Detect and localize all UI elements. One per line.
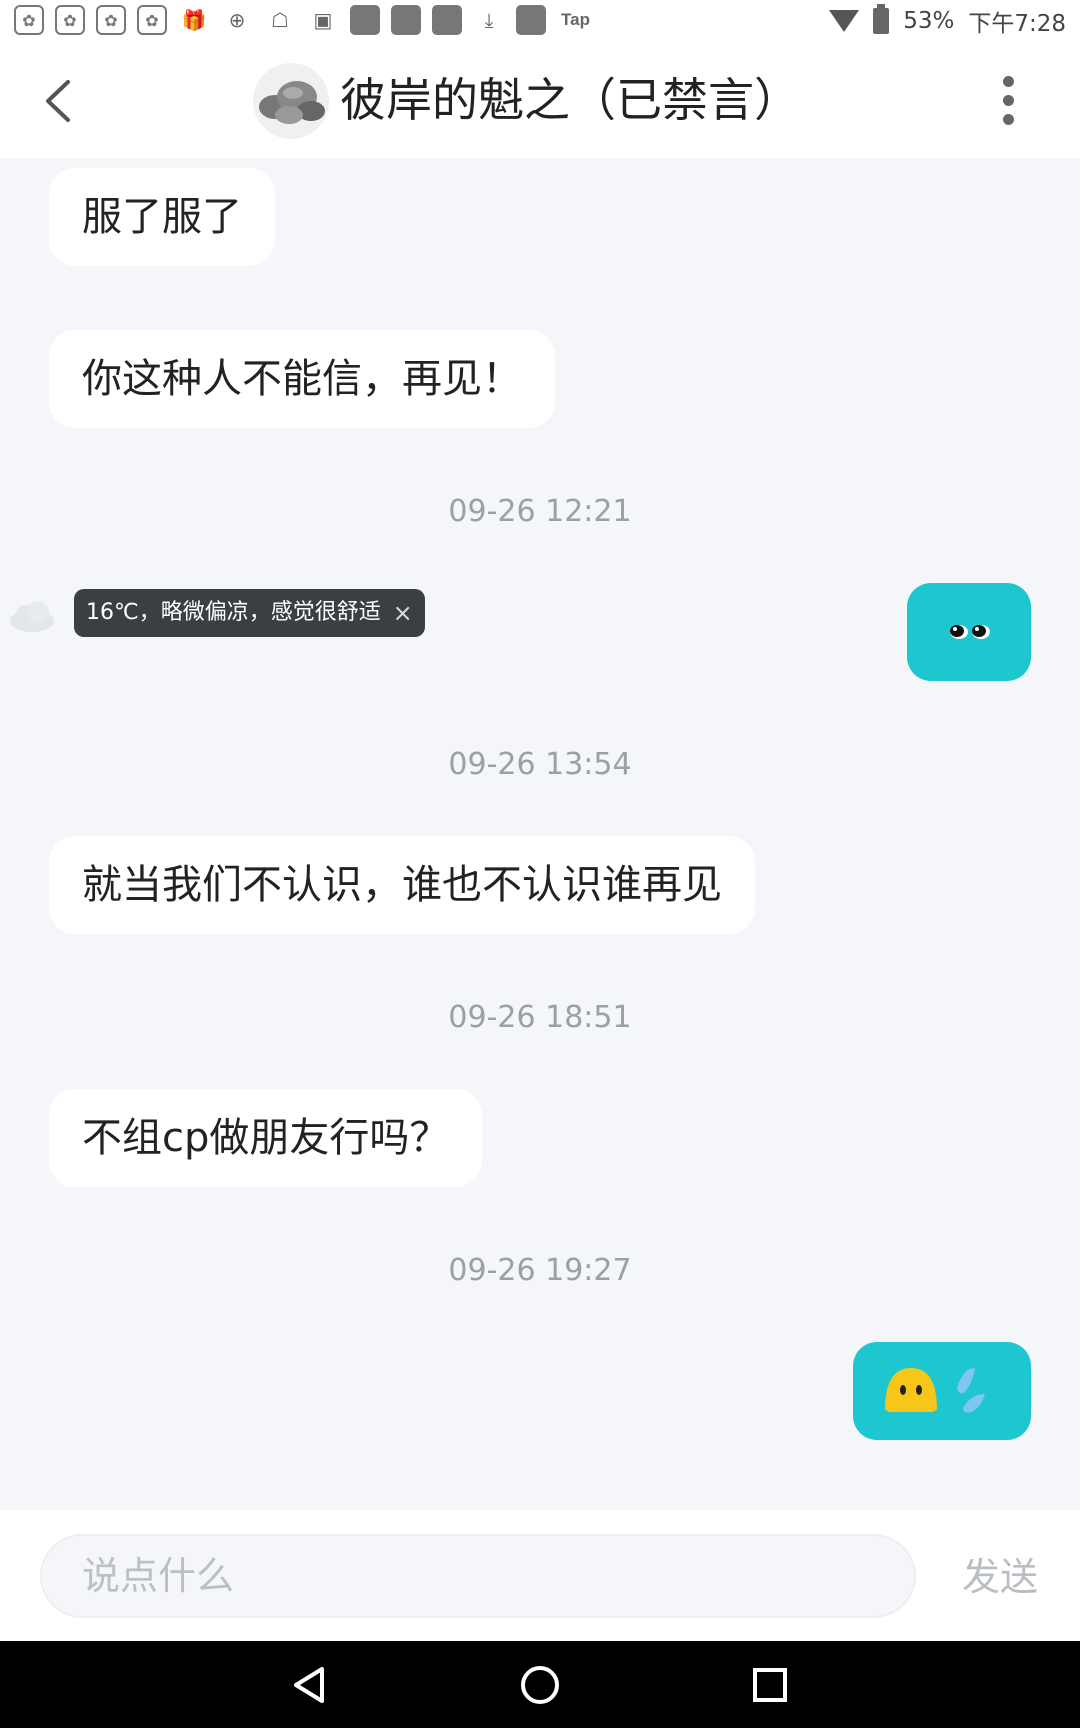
status-bar: ✿ ✿ ✿ ✿ 🎁 ⊕ ☖ ▣ ⤓ Tap 53% 下午7:28 (0, 0, 1080, 44)
dot (1002, 76, 1014, 87)
incoming-message[interactable]: 不组cp做朋友行吗？ (49, 1089, 483, 1187)
plus-circle-icon: ⊕ (228, 8, 246, 32)
composer: 说点什么 发送 (0, 1510, 1080, 1641)
download-icon: ⤓ (484, 8, 494, 32)
cloud-icon (10, 601, 54, 632)
app-icon (516, 5, 546, 35)
incoming-message[interactable]: 就当我们不认识，谁也不认识谁再见 (49, 836, 755, 934)
chat-header: 彼岸的魁之（已禁言） (0, 44, 1080, 158)
message-input[interactable]: 说点什么 (40, 1534, 916, 1618)
peeking-eyes-emoji (950, 625, 990, 639)
message-timestamp: 09-26 12:21 (448, 494, 632, 529)
system-nav-bar (0, 1641, 1080, 1728)
weather-tip: 16℃，略微偏凉，感觉很舒适 × (74, 589, 425, 637)
baidu-paw-icon: ✿ (96, 5, 126, 35)
home-circle-icon[interactable] (518, 1663, 562, 1707)
clock: 下午7:28 (968, 11, 1066, 37)
tap-app-icon: Tap (561, 10, 590, 29)
app-icon (350, 5, 380, 35)
system-status: 53% 下午7:28 (829, 4, 1066, 38)
message-timestamp: 09-26 13:54 (448, 747, 632, 782)
wifi-icon (829, 10, 860, 32)
back-button[interactable] (40, 78, 80, 124)
outgoing-emoji-message[interactable] (907, 583, 1031, 681)
back-triangle-icon[interactable] (288, 1663, 332, 1707)
baidu-paw-icon: ✿ (14, 5, 44, 35)
image-icon: ▣ (313, 8, 333, 32)
app-icon (391, 5, 421, 35)
page-title: 彼岸的魁之（已禁言） (340, 73, 800, 127)
incoming-message[interactable]: 服了服了 (49, 168, 275, 266)
send-button[interactable]: 发送 (962, 1546, 1038, 1601)
dot (1002, 95, 1014, 106)
baidu-paw-icon: ✿ (55, 5, 85, 35)
chevron-left-icon (46, 80, 70, 122)
recents-square-icon[interactable] (748, 1663, 792, 1707)
sweat-drop-emoji (885, 1368, 985, 1413)
rocks-avatar-icon (259, 81, 325, 124)
dot (1002, 114, 1014, 125)
message-timestamp: 09-26 19:27 (448, 1253, 632, 1288)
message-list[interactable]: 服了服了 你这种人不能信，再见！ 09-26 12:21 16℃，略微偏凉，感觉… (0, 158, 1080, 1510)
weather-tip-text: 16℃，略微偏凉，感觉很舒适 (86, 600, 381, 625)
message-timestamp: 09-26 18:51 (448, 1000, 632, 1035)
battery-percent: 53% (903, 8, 955, 34)
notification-icon: ☖ (271, 8, 289, 32)
app-icon (432, 5, 462, 35)
outgoing-emoji-message[interactable] (853, 1342, 1031, 1440)
avatar[interactable] (253, 63, 329, 139)
close-icon[interactable]: × (393, 589, 413, 637)
battery-icon (873, 4, 890, 34)
baidu-paw-icon: ✿ (137, 5, 167, 35)
notification-icons: ✿ ✿ ✿ ✿ 🎁 ⊕ ☖ ▣ ⤓ Tap (14, 4, 590, 36)
more-options-button[interactable] (990, 76, 1026, 126)
incoming-message[interactable]: 你这种人不能信，再见！ (49, 330, 555, 428)
gift-icon: 🎁 (181, 8, 207, 32)
